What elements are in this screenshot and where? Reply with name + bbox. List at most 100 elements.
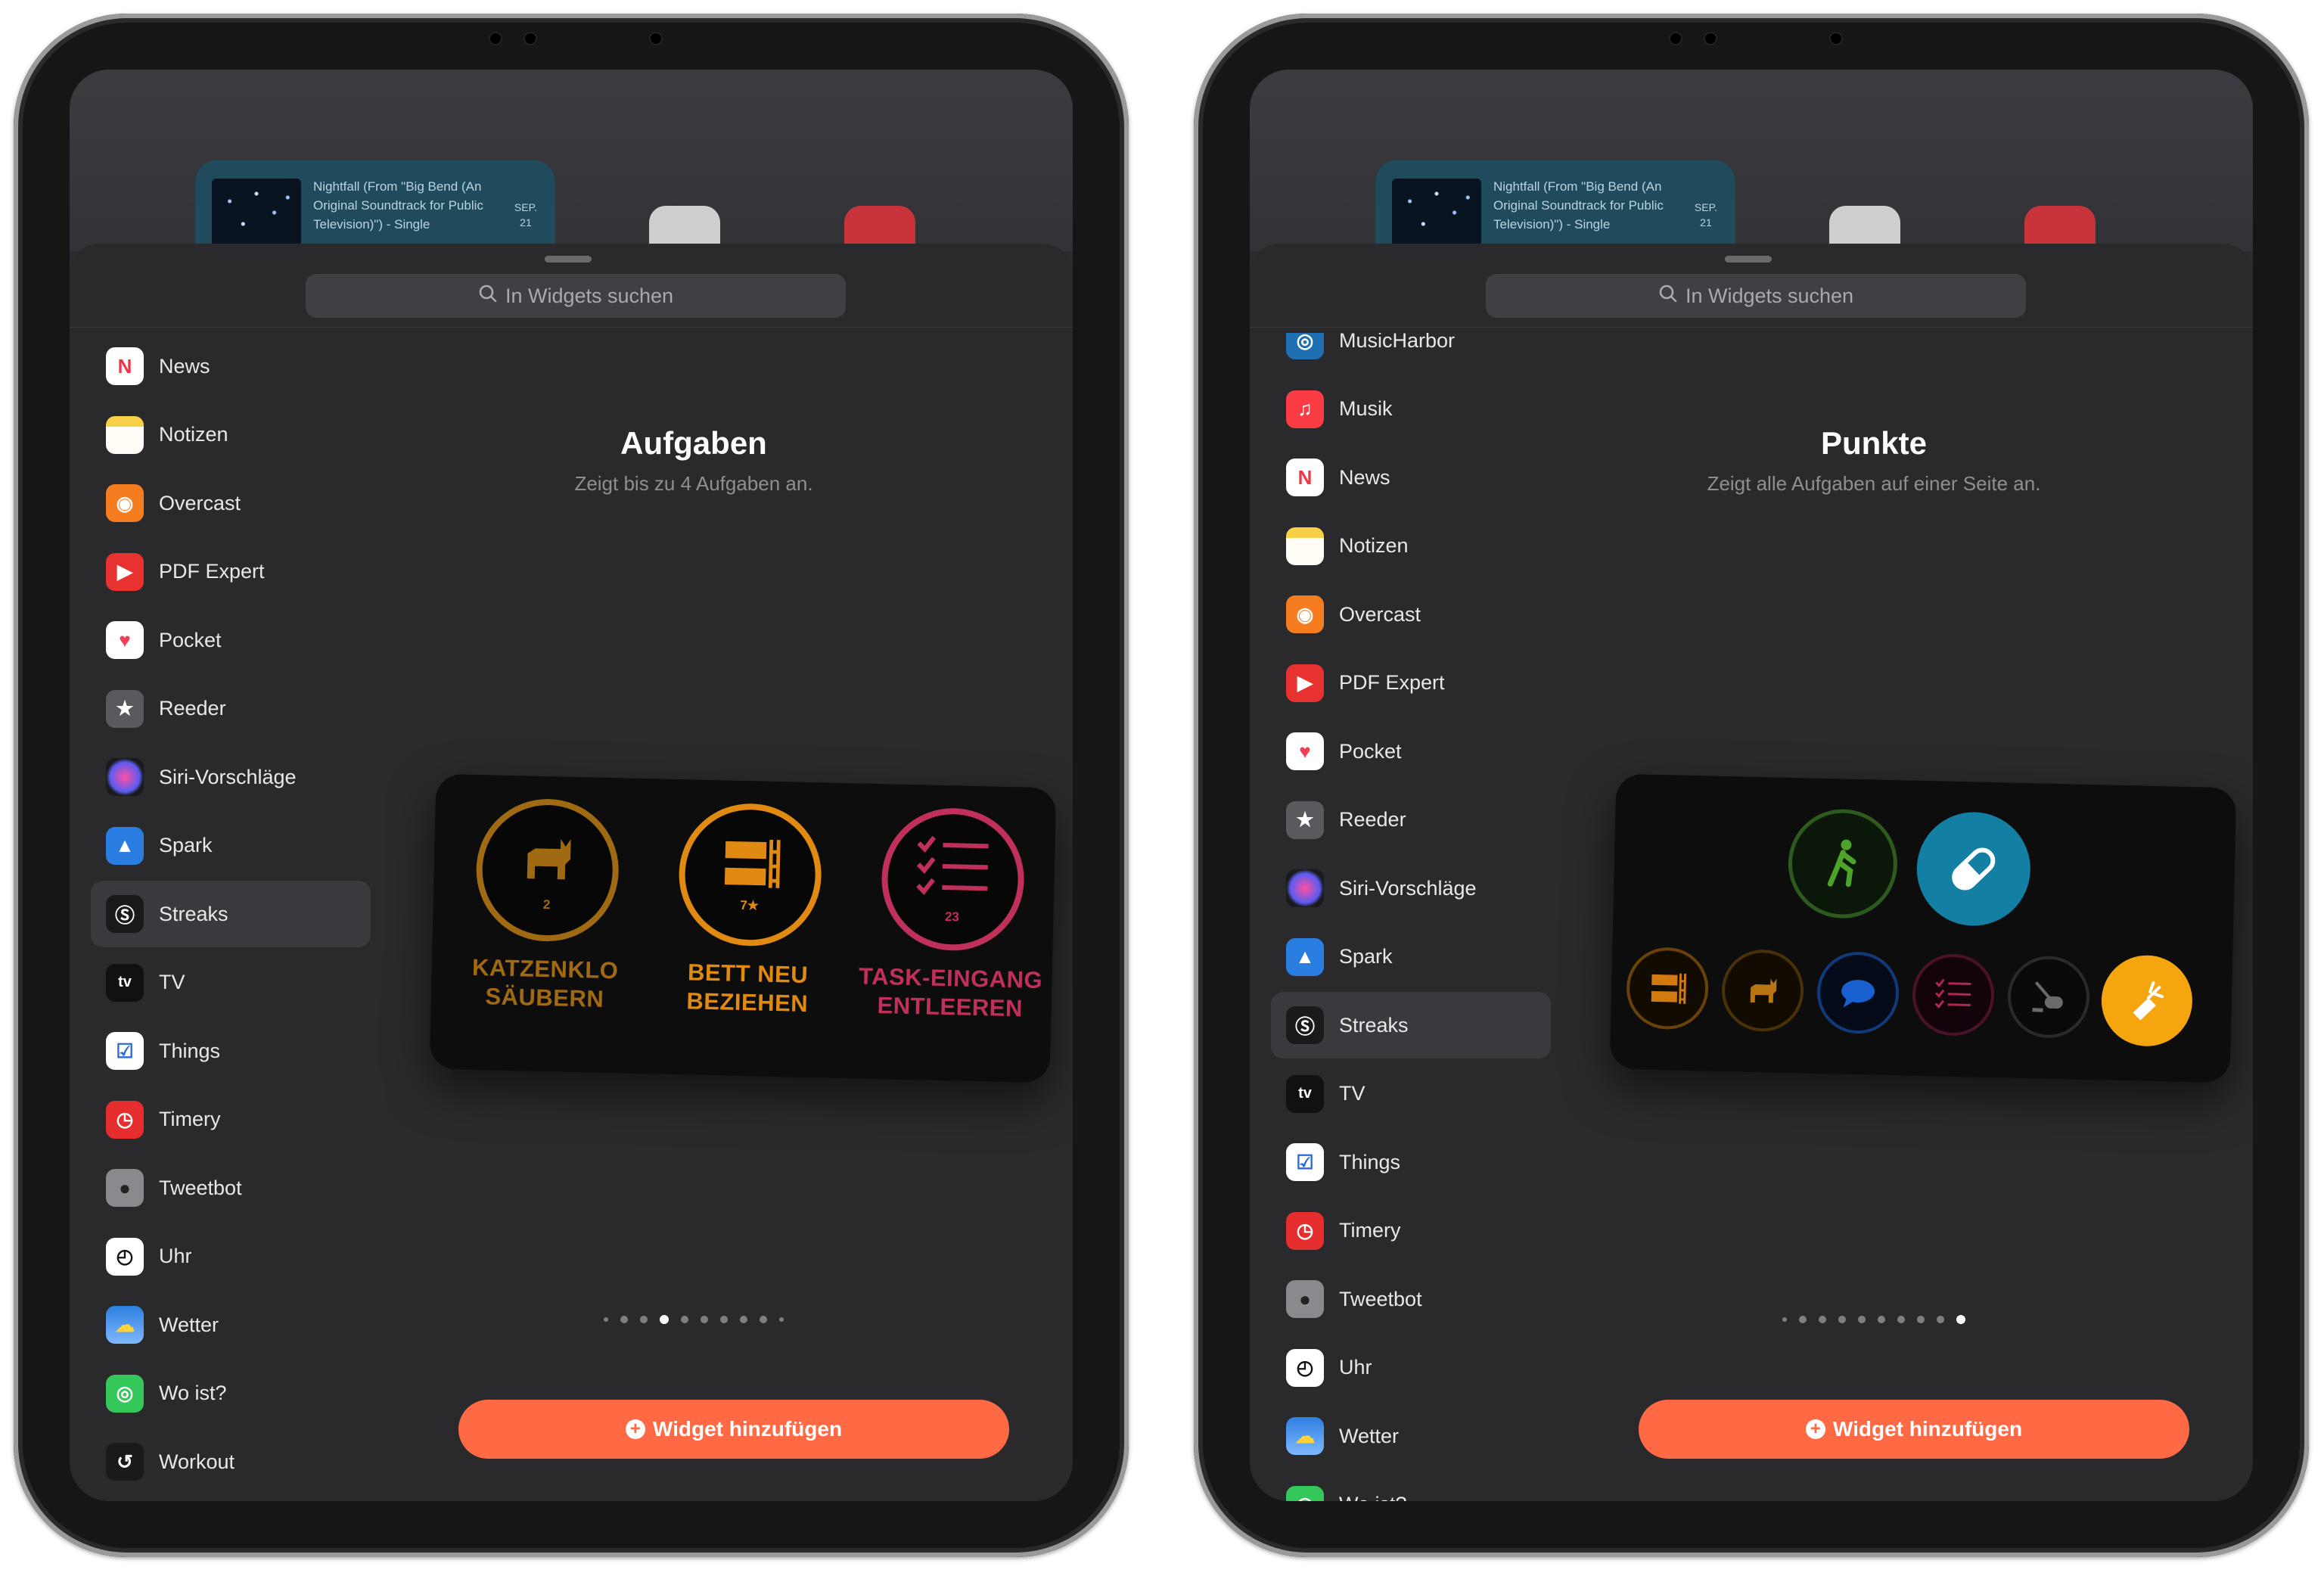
app-list-item[interactable]: ◴ Uhr <box>91 1223 371 1290</box>
workout-icon: ↺ <box>106 1443 144 1481</box>
page-dot[interactable] <box>1858 1316 1866 1323</box>
app-list: N News Notizen ◉ Overcast ▶ PDF Expert ♥ Pocket ★… <box>91 333 371 1501</box>
task-name: KATZENKLO SÄUBERN <box>471 953 619 1012</box>
notes-icon <box>106 415 144 454</box>
ipad-right: Nightfall (From "Big Bend (An Original S… <box>1194 14 2309 1557</box>
app-list-item[interactable]: tv TV <box>91 950 371 1016</box>
task-item[interactable]: 2 KATZENKLO SÄUBERN <box>446 797 647 1015</box>
streaks-points-widget-preview[interactable] <box>1609 773 2237 1083</box>
app-list-item[interactable]: ☁ Wetter <box>91 1292 371 1358</box>
app-list-item-label: News <box>159 354 210 378</box>
plus-icon: + <box>1805 1419 1825 1439</box>
streaks-tasks-widget-preview[interactable]: 2 KATZENKLO SÄUBERN 7★ BETT NEU BEZIEHEN 23 T… <box>429 773 1057 1083</box>
app-list-item[interactable]: ◎ MusicHarbor <box>1271 333 1551 374</box>
page-dot[interactable] <box>1799 1316 1807 1323</box>
app-list-item[interactable]: tv TV <box>1271 1061 1551 1127</box>
app-list-item[interactable]: ☁ Wetter <box>1271 1403 1551 1469</box>
app-list-item[interactable]: ☑ Things <box>91 1018 371 1084</box>
news-icon: N <box>1286 459 1324 496</box>
app-list-item[interactable]: ◉ Overcast <box>91 470 371 536</box>
pdf-expert-icon: ▶ <box>1286 664 1324 702</box>
app-list-item[interactable]: ▶ PDF Expert <box>91 539 371 605</box>
task-name: BETT NEU BEZIEHEN <box>686 959 809 1017</box>
screen: Nightfall (From "Big Bend (An Original S… <box>70 70 1073 1501</box>
add-widget-button[interactable]: + Widget hinzufügen <box>1639 1400 2189 1459</box>
overcast-icon: ◉ <box>1286 595 1324 633</box>
music-title: Nightfall (From "Big Bend (An Original S… <box>313 179 483 232</box>
page-dot[interactable] <box>1937 1316 1944 1323</box>
page-dot[interactable] <box>1819 1316 1826 1323</box>
page-dot[interactable] <box>620 1316 628 1323</box>
app-list-item-label: Musik <box>1339 397 1393 420</box>
app-list-item[interactable]: N News <box>1271 444 1551 511</box>
app-list-item[interactable]: Notizen <box>91 402 371 468</box>
task-count: 23 <box>944 909 960 924</box>
app-list-item[interactable]: ◎ Wo ist? <box>1271 1472 1551 1501</box>
page-dot[interactable] <box>1838 1316 1846 1323</box>
app-list-item[interactable]: Notizen <box>1271 513 1551 580</box>
app-list-item-label: Things <box>159 1039 221 1062</box>
app-list-item[interactable]: Ⓢ Streaks <box>1271 992 1551 1058</box>
page-dot[interactable] <box>779 1317 784 1322</box>
pill-icon <box>1915 810 2032 928</box>
page-indicator[interactable] <box>1552 1315 2195 1324</box>
app-list-item[interactable]: ● Tweetbot <box>91 1155 371 1221</box>
checklist-icon <box>915 834 992 906</box>
app-list-item-label: Uhr <box>1339 1356 1372 1379</box>
page-dot[interactable] <box>1917 1316 1925 1323</box>
task-item[interactable]: 7★ BETT NEU BEZIEHEN <box>648 801 850 1019</box>
app-list-item-label: Siri-Vorschläge <box>1339 876 1477 900</box>
app-list-item[interactable]: Siri-Vorschläge <box>1271 855 1551 922</box>
app-list-item[interactable]: ★ Reeder <box>1271 787 1551 853</box>
sheet-grabber[interactable] <box>545 256 592 263</box>
app-list-item-label: Timery <box>1339 1219 1401 1242</box>
page-dot[interactable] <box>760 1316 767 1323</box>
app-list-item[interactable]: ◷ Timery <box>1271 1198 1551 1264</box>
page-dot[interactable] <box>740 1316 747 1323</box>
app-list-item[interactable]: ☑ Things <box>1271 1129 1551 1195</box>
app-list-item[interactable]: ◉ Overcast <box>1271 581 1551 648</box>
add-widget-button[interactable]: + Widget hinzufügen <box>458 1400 1009 1459</box>
page-dot[interactable] <box>1878 1316 1885 1323</box>
app-list-item[interactable]: ● Tweetbot <box>1271 1266 1551 1332</box>
widget-search-field[interactable]: In Widgets suchen <box>306 274 846 318</box>
app-list-item[interactable]: ◎ Wo ist? <box>91 1360 371 1427</box>
page-dot[interactable] <box>720 1316 728 1323</box>
page-dot[interactable] <box>1956 1315 1965 1324</box>
app-list-item-label: PDF Expert <box>159 560 265 583</box>
app-list-item-label: Things <box>1339 1150 1401 1173</box>
app-list-item[interactable]: ◷ Timery <box>91 1086 371 1153</box>
widget-search-field[interactable]: In Widgets suchen <box>1486 274 2026 318</box>
page-dot[interactable] <box>604 1317 608 1322</box>
page-dot[interactable] <box>1782 1317 1787 1322</box>
search-icon <box>1658 284 1678 309</box>
app-list-item[interactable]: ♥ Pocket <box>91 607 371 673</box>
page-dot[interactable] <box>681 1316 688 1323</box>
page-dot[interactable] <box>1897 1316 1905 1323</box>
streaks-icon: Ⓢ <box>106 895 144 933</box>
streaks-icon: Ⓢ <box>1286 1006 1324 1044</box>
app-list-item-label: Wo ist? <box>159 1382 227 1404</box>
app-list-item[interactable]: Siri-Vorschläge <box>91 744 371 810</box>
app-list-item[interactable]: ▶ PDF Expert <box>1271 650 1551 717</box>
ipad-left: Nightfall (From "Big Bend (An Original S… <box>14 14 1129 1557</box>
page-dot[interactable] <box>701 1316 708 1323</box>
sheet-grabber[interactable] <box>1725 256 1772 263</box>
music-date: SEP. 21 <box>514 201 537 228</box>
app-list-item[interactable]: ▲ Spark <box>1271 924 1551 990</box>
page-dot[interactable] <box>660 1315 669 1324</box>
app-list-item[interactable]: ▲ Spark <box>91 813 371 879</box>
spark-icon: ▲ <box>1286 937 1324 976</box>
app-list-item[interactable]: ◴ Uhr <box>1271 1335 1551 1401</box>
app-list-item[interactable]: ★ Reeder <box>91 676 371 742</box>
app-list-item[interactable]: ♫ Musik <box>1271 376 1551 443</box>
app-list-item[interactable]: N News <box>91 333 371 399</box>
page-indicator[interactable] <box>372 1315 1015 1324</box>
app-list-item[interactable]: Ⓢ Streaks <box>91 881 371 947</box>
page-dot[interactable] <box>640 1316 648 1323</box>
search-icon <box>478 284 498 309</box>
app-list-item-label: Reeder <box>1339 808 1406 831</box>
app-list-item[interactable]: ↺ Workout <box>91 1428 371 1495</box>
task-item[interactable]: 23 TASK-EINGANG ENTLEEREN <box>851 806 1052 1024</box>
app-list-item[interactable]: ♥ Pocket <box>1271 718 1551 785</box>
